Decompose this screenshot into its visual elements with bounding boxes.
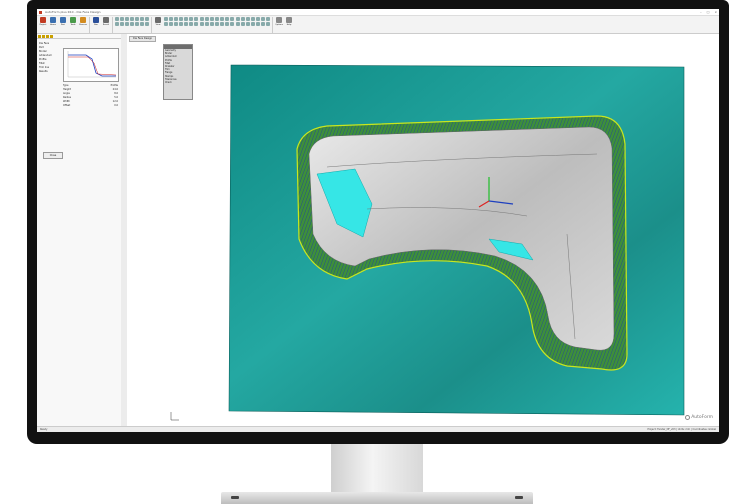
app-title: AutoForm plus R10 - Die Face Design (45, 10, 101, 14)
ribbon-label: Process (79, 24, 87, 26)
new-icon[interactable] (38, 35, 41, 38)
ribbon-label: Help (286, 24, 292, 26)
close-button[interactable]: × (714, 10, 717, 14)
ribbon-tool-grid[interactable] (115, 17, 149, 26)
close-panel-button[interactable]: Close (43, 152, 63, 159)
help-icon (286, 17, 292, 23)
status-left: Ready (40, 428, 48, 431)
ribbon-label: Run (94, 24, 98, 26)
ribbon-button-result[interactable]: Result (102, 17, 110, 27)
help-button[interactable]: Help (285, 17, 293, 27)
title-bar: AutoForm plus R10 - Die Face Design – □ … (37, 9, 719, 16)
ribbon-button-view[interactable]: View (154, 17, 162, 27)
ribbon-tool-grid-2[interactable] (164, 17, 198, 26)
ribbon-separator (89, 17, 90, 33)
brand-name: AutoForm (691, 415, 713, 420)
ribbon-label: Project (39, 24, 47, 26)
folder-icon (40, 17, 46, 23)
brand-logo-icon (685, 415, 691, 420)
open-icon[interactable] (42, 35, 45, 38)
3d-viewport[interactable]: Die Face Design Geometry Binder Addendum… (127, 34, 719, 426)
ribbon-button-part[interactable]: Part (59, 17, 67, 27)
ribbon-button-tools[interactable]: Tools (69, 17, 77, 27)
monitor-stand-neck (331, 444, 423, 493)
ribbon-tool-grid-3[interactable] (200, 17, 234, 26)
brand-watermark: AutoForm (685, 415, 713, 420)
ribbon-separator (272, 17, 273, 33)
ribbon-label: Home (50, 24, 56, 26)
form-row: Offset 0.0 (63, 104, 118, 108)
options-button[interactable]: Options (275, 17, 283, 27)
form-label: Offset (63, 104, 71, 107)
stand-foot-right-mark (515, 496, 523, 499)
ribbon-label: Part (61, 24, 65, 26)
ribbon-tool-grid-4[interactable] (236, 17, 270, 26)
form-value[interactable]: 0.0 (114, 104, 118, 108)
ribbon-toolbar: Project Home Part Tools Process Run Resu… (37, 16, 719, 34)
app-screen: AutoForm plus R10 - Die Face Design – □ … (37, 9, 719, 432)
process-icon (80, 17, 86, 23)
result-icon (103, 17, 109, 23)
ribbon-label: Tools (70, 24, 76, 26)
tree-item[interactable]: Results (39, 70, 61, 74)
monitor-stand-foot (221, 492, 533, 504)
object-tree: Die Face Part Binder Addendum Profile Fi… (39, 42, 61, 74)
app-logo-icon (39, 10, 42, 14)
ribbon-button-process[interactable]: Process (79, 17, 87, 27)
profile-preview (63, 48, 119, 82)
parameter-form: Type Profile Height 24.0 Angle 8.0 Radius 5.… (63, 84, 118, 108)
ribbon-button-home[interactable]: Home (49, 17, 57, 27)
die-face-model (170, 64, 685, 421)
ribbon-label: Options (275, 24, 283, 26)
maximize-button[interactable]: □ (707, 10, 710, 14)
minimize-button[interactable]: – (700, 10, 702, 14)
ribbon-button-run[interactable]: Run (92, 17, 100, 27)
undo-icon[interactable] (50, 35, 53, 38)
profile-curve-graph (67, 51, 117, 78)
gear-icon (276, 17, 282, 23)
part-icon (60, 17, 66, 23)
tools-icon (70, 17, 76, 23)
ribbon-label: View (155, 24, 161, 26)
ribbon-separator (112, 17, 113, 33)
ribbon-label: Result (102, 24, 110, 26)
window-controls: – □ × (700, 10, 717, 14)
left-panel-toolbar (37, 34, 121, 39)
save-icon[interactable] (46, 35, 49, 38)
status-right: Project: Fender_DF_v03 | Units: mm | Coo… (647, 428, 716, 431)
home-icon (50, 17, 56, 23)
left-panel: Die Face Part Binder Addendum Profile Fi… (37, 34, 122, 426)
ribbon-button-project[interactable]: Project (39, 17, 47, 27)
ribbon-separator (151, 17, 152, 33)
stand-foot-left-mark (231, 496, 239, 499)
view-icon (155, 17, 161, 23)
status-bar: Ready Project: Fender_DF_v03 | Units: mm… (37, 426, 719, 432)
run-icon (93, 17, 99, 23)
